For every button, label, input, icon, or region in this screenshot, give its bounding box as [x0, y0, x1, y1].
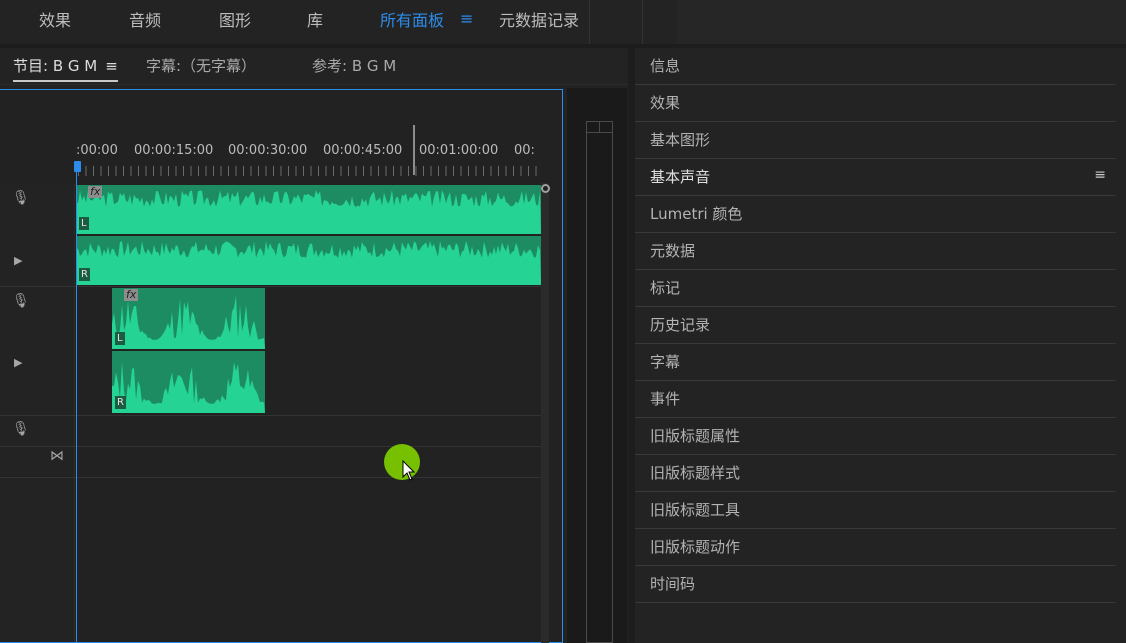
workspace-effects[interactable]: 效果 [39, 7, 71, 31]
panel-item-history[interactable]: 历史记录 [635, 307, 1116, 344]
tab-reference[interactable]: 参考: B G M [312, 55, 396, 76]
ruler-label: 00:00:45:00 [323, 143, 403, 158]
workspace-bar: 效果 音频 图形 库 所有面板 ≡ 元数据记录 [0, 0, 1126, 44]
microphone-icon[interactable]: 🎙 [12, 293, 30, 309]
panel-list: 信息 效果 基本图形 基本声音 ≡ Lumetri 颜色 元数据 标记 历史记录 … [635, 48, 1126, 643]
audio-meter [586, 121, 613, 643]
channel-label: L [115, 332, 125, 345]
workspace-audio[interactable]: 音频 [129, 7, 161, 31]
waveform [76, 241, 541, 285]
panel-item-label: 字幕 [650, 353, 681, 371]
panel-item-label: 时间码 [650, 575, 696, 593]
panel-item-captions[interactable]: 字幕 [635, 344, 1116, 381]
bowtie-master-icon[interactable]: ⋈ [50, 448, 64, 464]
panel-tabs: 节目: B G M ≡ 字幕:（无字幕） 参考: B G M [0, 48, 628, 85]
ruler-ticks [78, 166, 538, 176]
hamburger-menu-icon[interactable]: ≡ [460, 9, 473, 28]
panel-item-timecode[interactable]: 时间码 [635, 566, 1116, 603]
workspace-graphics[interactable]: 图形 [219, 7, 251, 31]
workspace-libraries[interactable]: 库 [307, 7, 323, 31]
vertical-scrollbar[interactable] [541, 183, 549, 643]
hamburger-menu-icon[interactable]: ≡ [1094, 167, 1106, 183]
panel-item-label: 基本声音 [650, 168, 711, 186]
audio-clip[interactable]: fx L [76, 185, 541, 234]
divider [589, 0, 590, 44]
panel-item-label: 信息 [650, 57, 681, 75]
panel-item-label: 旧版标题动作 [650, 538, 741, 556]
panel-item-info[interactable]: 信息 [635, 48, 1116, 85]
workspace-all-panels[interactable]: 所有面板 [380, 7, 444, 31]
audio-clip[interactable]: R [76, 236, 541, 285]
microphone-icon[interactable]: 🎙 [12, 421, 30, 437]
track-divider [0, 477, 541, 478]
workspace-metadata-logging[interactable]: 元数据记录 [499, 7, 579, 31]
panel-item-label: 历史记录 [650, 316, 711, 334]
audio-clip[interactable]: fx L [112, 288, 265, 349]
panel-item-legacy-title-styles[interactable]: 旧版标题样式 [635, 455, 1116, 492]
panel-item-label: 事件 [650, 390, 681, 408]
panel-item-label: 元数据 [650, 242, 696, 260]
panel-item-label: 基本图形 [650, 131, 711, 149]
expand-triangle-icon[interactable]: ▶ [14, 356, 22, 369]
panel-item-label: 旧版标题工具 [650, 501, 741, 519]
channel-label: R [115, 396, 126, 409]
workspace-bar-empty [677, 0, 1126, 44]
track-divider [0, 415, 541, 416]
channel-label: R [79, 268, 90, 281]
divider [642, 0, 643, 44]
panel-item-label: 旧版标题样式 [650, 464, 741, 482]
in-out-marker[interactable] [413, 125, 415, 175]
ruler-label: 00:01:00:00 [419, 143, 499, 158]
panel-item-label: 标记 [650, 279, 681, 297]
panel-item-essential-graphics[interactable]: 基本图形 [635, 122, 1116, 159]
panel-item-metadata[interactable]: 元数据 [635, 233, 1116, 270]
microphone-icon[interactable]: 🎙 [12, 190, 30, 206]
tab-program[interactable]: 节目: B G M ≡ [13, 55, 118, 82]
panel-item-legacy-title-properties[interactable]: 旧版标题属性 [635, 418, 1116, 455]
waveform [112, 362, 265, 413]
panel-item-legacy-title-tools[interactable]: 旧版标题工具 [635, 492, 1116, 529]
scroll-handle[interactable] [541, 184, 550, 193]
panel-item-label: 旧版标题属性 [650, 427, 741, 445]
panel-item-legacy-title-actions[interactable]: 旧版标题动作 [635, 529, 1116, 566]
ruler-label: 00: [514, 143, 535, 158]
ruler-label: 00:00:30:00 [228, 143, 308, 158]
expand-triangle-icon[interactable]: ▶ [14, 254, 22, 267]
tab-program-label: 节目: B G M [13, 57, 98, 75]
waveform [76, 189, 541, 234]
mouse-cursor-icon [402, 460, 416, 481]
panel-item-markers[interactable]: 标记 [635, 270, 1116, 307]
meter-peak-divider [599, 122, 600, 132]
panel-item-label: Lumetri 颜色 [650, 205, 743, 223]
fx-badge: fx [124, 288, 139, 301]
track-divider [0, 446, 541, 447]
panel-item-effects[interactable]: 效果 [635, 85, 1116, 122]
fx-badge: fx [88, 185, 103, 198]
panel-item-essential-sound[interactable]: 基本声音 ≡ [635, 159, 1116, 196]
panel-item-label: 效果 [650, 94, 681, 112]
track-headers [0, 183, 75, 642]
ruler-label: 00:00:15:00 [134, 143, 214, 158]
audio-clip[interactable]: R [112, 351, 265, 413]
tab-captions[interactable]: 字幕:（无字幕） [146, 55, 256, 76]
ruler-label: :00:00 [76, 143, 118, 158]
channel-label: L [79, 217, 89, 230]
panel-item-events[interactable]: 事件 [635, 381, 1116, 418]
panel-item-lumetri-color[interactable]: Lumetri 颜色 [635, 196, 1116, 233]
track-divider [0, 286, 541, 287]
playhead-line[interactable] [76, 170, 77, 643]
hamburger-menu-icon[interactable]: ≡ [105, 57, 118, 75]
